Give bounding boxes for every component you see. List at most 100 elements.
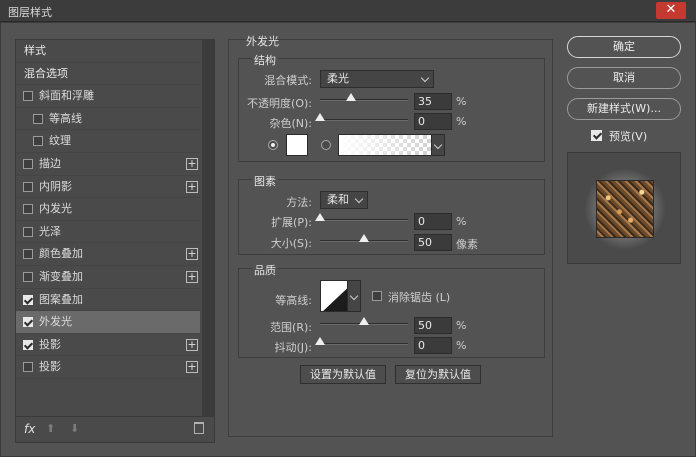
opacity-input[interactable]: 35 <box>414 93 452 110</box>
style-enable-checkbox[interactable] <box>23 204 33 215</box>
spread-unit: % <box>456 215 467 228</box>
contour-label: 等高线: <box>275 294 312 307</box>
style-list-item-label: 纹理 <box>49 134 71 148</box>
cancel-button[interactable]: 取消 <box>567 67 681 89</box>
style-list-item-label: 内发光 <box>39 202 72 216</box>
move-up-icon[interactable]: ⬆ <box>46 422 55 435</box>
style-enable-checkbox[interactable] <box>23 317 33 328</box>
noise-slider[interactable] <box>315 113 408 121</box>
style-list-item-label: 斜面和浮雕 <box>39 89 94 103</box>
style-list-item[interactable]: 光泽 <box>16 221 200 244</box>
contour-dropdown[interactable] <box>347 280 361 312</box>
style-list-item[interactable]: 外发光 <box>16 311 200 334</box>
gradient-preview[interactable] <box>338 134 436 156</box>
style-list-scrollbar[interactable] <box>202 40 214 416</box>
noise-label: 杂色(N): <box>269 117 312 130</box>
gradient-dropdown[interactable] <box>431 134 445 156</box>
style-enable-checkbox[interactable] <box>23 339 33 350</box>
technique-select[interactable]: 柔和 <box>320 191 368 209</box>
spread-slider[interactable] <box>315 213 408 221</box>
antialias-checkbox[interactable] <box>372 291 382 301</box>
size-slider-thumb[interactable] <box>359 234 369 242</box>
chevron-down-icon <box>354 194 364 204</box>
reset-default-button[interactable]: 复位为默认值 <box>395 365 481 384</box>
style-enable-checkbox[interactable] <box>33 136 43 147</box>
quality-title: 品质 <box>252 262 278 278</box>
blend-mode-value: 柔光 <box>327 72 349 85</box>
style-list-item[interactable]: 投影 + <box>16 356 200 379</box>
range-label: 范围(R): <box>270 321 312 334</box>
style-list-item-label: 外发光 <box>39 315 72 329</box>
style-list-item[interactable]: 混合选项 <box>16 63 200 86</box>
blend-mode-label: 混合模式: <box>264 74 312 87</box>
style-enable-checkbox[interactable] <box>23 91 33 102</box>
ok-button[interactable]: 确定 <box>567 36 681 58</box>
style-list-item[interactable]: 纹理 <box>16 130 200 153</box>
title-bar: 图层样式 ✕ <box>0 0 696 22</box>
style-enable-checkbox[interactable] <box>33 113 43 124</box>
trash-icon[interactable] <box>194 422 204 434</box>
style-enable-checkbox[interactable] <box>23 362 33 373</box>
style-list-item[interactable]: 样式 <box>16 40 200 63</box>
spread-label: 扩展(P): <box>271 216 312 229</box>
add-effect-icon[interactable]: + <box>186 361 198 374</box>
spread-slider-thumb[interactable] <box>315 213 325 221</box>
style-list-item[interactable]: 斜面和浮雕 <box>16 85 200 108</box>
style-list: 样式 混合选项斜面和浮雕等高线纹理描边 + 内阴影 + 内发光光泽颜色叠加 + 渐变叠加 + 图案… <box>16 40 200 379</box>
gradient-radio[interactable] <box>321 140 331 150</box>
style-enable-checkbox[interactable] <box>23 181 33 192</box>
style-enable-checkbox[interactable] <box>23 294 33 305</box>
opacity-slider[interactable] <box>320 93 408 101</box>
add-effect-icon[interactable]: + <box>186 180 198 193</box>
style-list-item[interactable]: 颜色叠加 + <box>16 243 200 266</box>
style-list-item[interactable]: 图案叠加 <box>16 289 200 312</box>
solid-color-radio[interactable] <box>268 140 278 150</box>
jitter-slider[interactable] <box>315 337 408 345</box>
style-list-item-label: 光泽 <box>39 224 61 238</box>
style-enable-checkbox[interactable] <box>23 249 33 260</box>
blend-mode-select[interactable]: 柔光 <box>320 70 434 88</box>
add-effect-icon[interactable]: + <box>186 157 198 170</box>
style-list-item-label: 投影 <box>39 360 61 374</box>
style-list-item-label: 投影 <box>39 337 61 351</box>
noise-input[interactable]: 0 <box>414 113 452 130</box>
jitter-slider-thumb[interactable] <box>315 337 325 345</box>
opacity-label: 不透明度(O): <box>247 97 312 110</box>
noise-slider-thumb[interactable] <box>315 113 325 121</box>
style-list-item[interactable]: 投影 + <box>16 334 200 357</box>
close-button[interactable]: ✕ <box>656 2 686 19</box>
jitter-label: 抖动(J): <box>274 341 312 354</box>
glow-color-swatch[interactable] <box>286 134 308 156</box>
window-title: 图层样式 <box>8 6 52 19</box>
style-list-item[interactable]: 渐变叠加 + <box>16 266 200 289</box>
antialias-label: 消除锯齿 (L) <box>388 291 451 304</box>
range-slider-thumb[interactable] <box>359 317 369 325</box>
jitter-input[interactable]: 0 <box>414 337 452 354</box>
fx-button[interactable]: fx <box>24 422 35 436</box>
structure-title: 结构 <box>252 52 278 68</box>
style-list-item[interactable]: 内阴影 + <box>16 176 200 199</box>
style-preview <box>567 152 681 264</box>
style-list-item[interactable]: 内发光 <box>16 198 200 221</box>
spread-input[interactable]: 0 <box>414 213 452 230</box>
opacity-slider-thumb[interactable] <box>345 93 356 101</box>
style-list-item[interactable]: 描边 + <box>16 153 200 176</box>
size-label: 大小(S): <box>270 237 312 250</box>
style-enable-checkbox[interactable] <box>23 158 33 169</box>
style-enable-checkbox[interactable] <box>23 271 33 282</box>
style-enable-checkbox[interactable] <box>23 226 33 237</box>
set-default-button[interactable]: 设置为默认值 <box>300 365 386 384</box>
add-effect-icon[interactable]: + <box>186 270 198 283</box>
technique-value: 柔和 <box>327 193 349 206</box>
new-style-button[interactable]: 新建样式(W)... <box>567 98 681 120</box>
range-input[interactable]: 50 <box>414 317 452 334</box>
size-slider[interactable] <box>320 234 408 242</box>
size-input[interactable]: 50 <box>414 234 452 251</box>
add-effect-icon[interactable]: + <box>186 248 198 261</box>
technique-label: 方法: <box>286 196 312 209</box>
preview-checkbox[interactable] <box>591 130 602 141</box>
range-slider[interactable] <box>320 317 408 325</box>
add-effect-icon[interactable]: + <box>186 338 198 351</box>
style-list-item[interactable]: 等高线 <box>16 108 200 131</box>
move-down-icon[interactable]: ⬇ <box>70 422 79 435</box>
